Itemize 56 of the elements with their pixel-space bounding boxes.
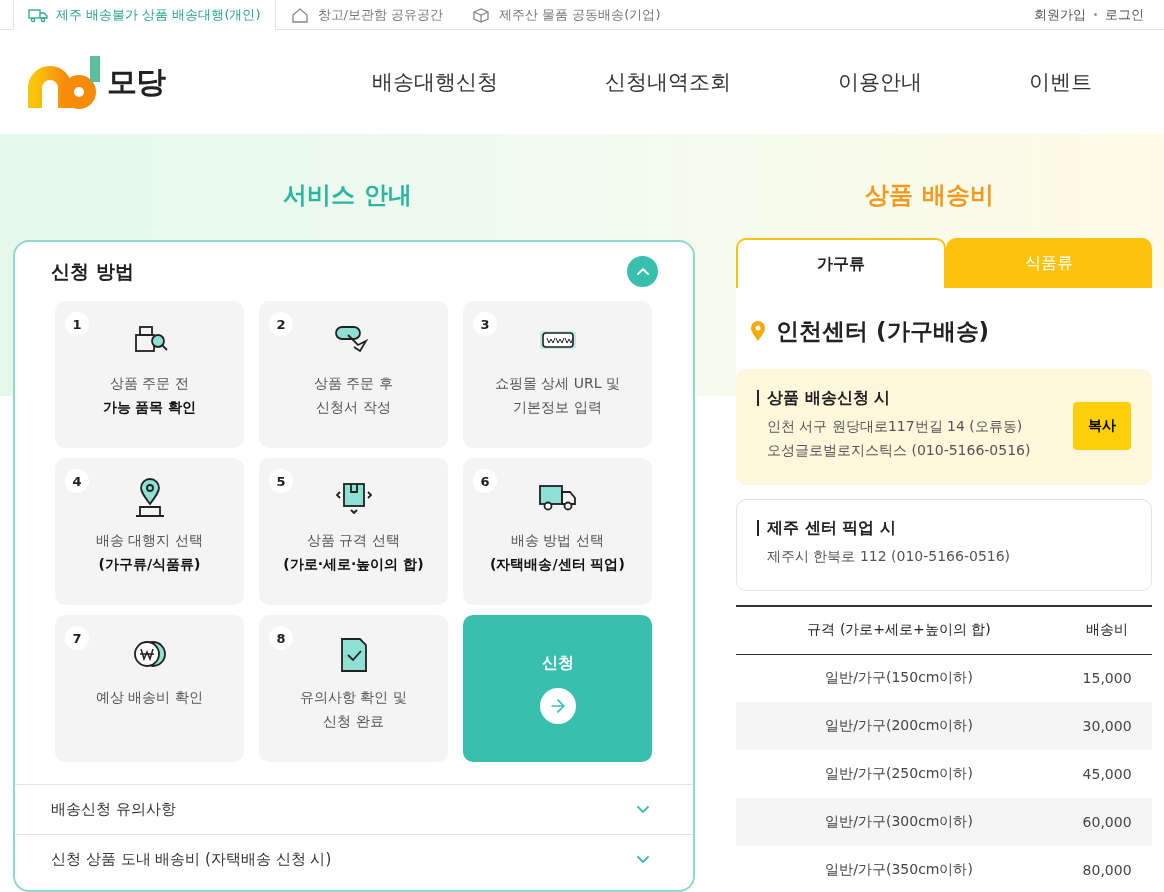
nav-link[interactable]: 이벤트 <box>1029 68 1092 96</box>
column-header: 배송비 <box>1062 606 1152 654</box>
chevron-up-icon <box>636 268 649 275</box>
address-line: 오성글로벌로지스틱스 (010-5166-0516) <box>766 441 1031 460</box>
accordion-row[interactable]: 배송신청 유의사항 <box>15 784 693 834</box>
table-cell: 45,000 <box>1062 750 1152 798</box>
nav-link[interactable]: 신청내역조회 <box>605 68 731 96</box>
table-cell: 일반/가구(200cm이하) <box>736 702 1063 750</box>
step-number: 2 <box>269 312 293 336</box>
step-number: 8 <box>269 626 293 650</box>
collapse-button[interactable] <box>627 256 658 287</box>
accordion-title: 신청 상품 도내 배송비 (자택배송 신청 시) <box>51 850 332 869</box>
table-cell: 일반/가구(150cm이하) <box>736 654 1063 702</box>
box-icon <box>471 6 492 23</box>
step-text: 쇼핑몰 상세 URL 및 기본정보 입력 <box>494 374 621 417</box>
address-line: 제주시 한북로 112 (010-5166-0516) <box>766 547 1011 566</box>
location-pin-icon <box>750 320 766 343</box>
account-link[interactable]: 회원가입 <box>1034 5 1086 24</box>
accordion-row[interactable]: 신청 상품 도내 배송비 (자택배송 신청 시) <box>15 834 693 884</box>
step-number: 7 <box>65 626 89 650</box>
section-title: 서비스 안내 <box>282 180 413 211</box>
center-name: 인천센터 (가구배송) <box>776 317 990 346</box>
category-tab[interactable]: 가구류 <box>736 238 946 288</box>
step-text: 상품 주문 후 신청서 작성 <box>314 374 393 417</box>
copy-button[interactable]: 복사 <box>1073 402 1131 450</box>
step-number: 1 <box>65 312 89 336</box>
step-text: 상품 주문 전 가능 품목 확인 <box>102 374 197 417</box>
step-text: 상품 규격 선택 (가로·세로·높이의 합) <box>283 531 424 574</box>
table-cell: 15,000 <box>1062 654 1152 702</box>
table-cell: 30,000 <box>1062 702 1152 750</box>
truck-icon <box>28 7 48 23</box>
address-title: 제주 센터 픽업 시 <box>757 520 1011 536</box>
chevron-down-icon <box>636 856 649 863</box>
step-text: 예상 배송비 확인 <box>96 688 203 707</box>
logo-text: 모당 <box>107 62 165 101</box>
house-icon <box>289 6 310 23</box>
step-number: 6 <box>473 469 497 493</box>
nav-link[interactable]: 이용안내 <box>838 68 922 96</box>
chevron-down-icon <box>636 806 649 813</box>
section-title: 상품 배송비 <box>864 180 995 211</box>
step-number: 3 <box>473 312 497 336</box>
address-title: 상품 배송신청 시 <box>757 390 1031 406</box>
table-cell: 60,000 <box>1062 798 1152 846</box>
step-text: 배송 방법 선택 (자택배송/센터 픽업) <box>490 531 625 574</box>
table-cell: 일반/가구(250cm이하) <box>736 750 1063 798</box>
step-number: 5 <box>269 469 293 493</box>
column-header: 규격 (가로+세로+높이의 합) <box>736 606 1063 654</box>
address-line: 인천 서구 원당대로117번길 14 (오류동) <box>766 417 1024 436</box>
step-text: 유의사항 확인 및 신청 완료 <box>300 688 407 731</box>
table-cell: 일반/가구(300cm이하) <box>736 798 1063 846</box>
accordion-title: 배송신청 유의사항 <box>51 800 176 819</box>
accordion-title: 신청 방법 <box>51 258 134 284</box>
nav-link[interactable]: 배송대행신청 <box>372 68 498 96</box>
step-text: 배송 대행지 선택 (가구류/식품류) <box>96 531 203 574</box>
step-number: 4 <box>65 469 89 493</box>
account-link[interactable]: 로그인 <box>1105 5 1144 24</box>
